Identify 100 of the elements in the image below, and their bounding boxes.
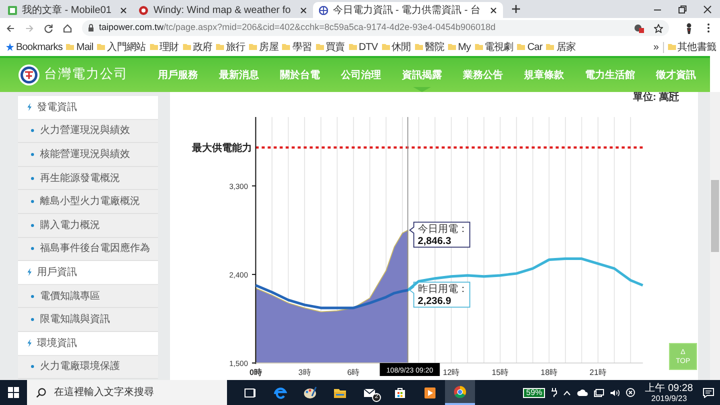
bullet-icon: [31, 152, 34, 156]
task-view-icon[interactable]: [243, 386, 257, 400]
sidebar-item[interactable]: 再生能源發電概況: [18, 166, 158, 190]
value-tooltip: 昨日用電： 2,236.9: [409, 282, 470, 308]
more-bookmarks-button[interactable]: »: [653, 40, 659, 54]
folder-icon: [282, 43, 290, 51]
sidebar-section[interactable]: 環境資訊: [18, 332, 158, 356]
chrome-icon[interactable]: [453, 384, 467, 398]
browser-icon[interactable]: [273, 386, 287, 400]
search-icon: [36, 388, 46, 398]
bullet-icon: [31, 176, 34, 180]
bookmark-folder[interactable]: My: [448, 40, 471, 54]
x-tick-label: 15時: [492, 368, 509, 377]
browser-tab[interactable]: 我的文章 - Mobile01: [2, 2, 134, 18]
x-tick-label: 0時: [249, 368, 262, 377]
profile-icon[interactable]: [685, 22, 693, 34]
bookmark-folder[interactable]: 學習: [282, 40, 312, 54]
media-player-icon[interactable]: [423, 386, 437, 400]
sidebar-item[interactable]: 火力電廠環境保護: [18, 356, 158, 380]
start-icon[interactable]: [8, 387, 19, 398]
sidebar-item[interactable]: 電價知識專區: [18, 284, 158, 308]
address-bar[interactable]: taipower.com.tw/tc/page.aspx?mid=206&cid=402&cchk=8c59a5ca-9174-4d2e-93e4-0454b906018d: [82, 20, 669, 36]
translate-icon[interactable]: [634, 24, 644, 32]
network-icon[interactable]: [594, 388, 604, 396]
bookmark-folder[interactable]: 電視劇: [474, 40, 514, 54]
bookmark-folder[interactable]: 居家: [546, 40, 576, 54]
star-icon: [6, 43, 14, 51]
tab-favicon-icon: [318, 6, 328, 14]
folder-icon: [316, 43, 324, 51]
folder-icon: [182, 43, 191, 51]
sidebar-item[interactable]: 限電知識與資訊: [18, 308, 158, 332]
close-icon[interactable]: [490, 6, 497, 14]
bullet-icon: [31, 365, 34, 368]
bookmark-folder[interactable]: 房屋: [249, 40, 278, 54]
browser-tab[interactable]: Windy: Wind map & weather fo: [133, 2, 313, 18]
folder-icon: [668, 43, 676, 51]
sidebar-item[interactable]: 核能營運現況與績效: [18, 143, 158, 167]
sidebar-item[interactable]: 離島小型火力電廠概況: [18, 190, 158, 214]
bookmark-folder[interactable]: Mail: [66, 40, 94, 54]
bookmarks-link[interactable]: Bookmarks: [6, 40, 62, 54]
menu-icon[interactable]: [707, 23, 710, 33]
folder-icon: [150, 43, 158, 51]
cloud-icon[interactable]: [577, 389, 588, 396]
x-tick-label: 3時: [298, 368, 311, 377]
paint-palette-icon[interactable]: [303, 386, 317, 400]
taskbar-search-field[interactable]: 在這裡輸入文字來搜尋: [27, 380, 227, 405]
bookmark-folder[interactable]: 休閒: [382, 40, 411, 54]
lightning-icon: [27, 339, 32, 348]
folder-icon: [517, 43, 526, 51]
scrollbar-thumb[interactable]: [711, 180, 719, 252]
store-bag-icon[interactable]: [393, 386, 407, 400]
bookmark-folder[interactable]: 理財: [150, 40, 179, 54]
bookmark-folder[interactable]: 入門網站: [97, 40, 146, 54]
lock-icon: [88, 24, 94, 32]
bookmark-folder[interactable]: 其他書籤: [668, 40, 716, 54]
sidebar-section[interactable]: 發電資訊: [18, 96, 158, 120]
x-tick-label: 21時: [590, 368, 606, 377]
bullet-icon: [31, 294, 34, 298]
bookmark-folder[interactable]: 醫院: [414, 40, 444, 54]
close-icon[interactable]: [120, 6, 128, 14]
browser-tab[interactable]: 今日電力資訊 - 電力供需資訊 - 台: [312, 2, 503, 18]
folder-icon: [382, 43, 390, 51]
lightning-icon: [27, 103, 32, 112]
bullet-icon: [31, 224, 34, 227]
sidebar-section[interactable]: 用戶資訊: [18, 261, 158, 285]
date-text: 2019/9/23: [651, 394, 687, 402]
bookmark-folder[interactable]: Car: [517, 40, 542, 54]
scrollbar[interactable]: [710, 92, 720, 380]
restore-icon[interactable]: [678, 5, 687, 14]
sidebar-item[interactable]: 火力營運現況與績效: [18, 120, 158, 144]
bullet-icon: [31, 318, 34, 322]
folder-icon: [348, 43, 357, 51]
tab-favicon-icon: [8, 6, 17, 14]
time-text: 上午 09:28: [645, 382, 693, 394]
back-icon[interactable]: [6, 24, 15, 32]
reload-icon[interactable]: [44, 24, 53, 32]
folder-icon: [546, 43, 554, 51]
speaker-icon[interactable]: [610, 388, 620, 396]
bookmark-folder[interactable]: DTV: [348, 40, 378, 54]
close-icon[interactable]: [300, 6, 307, 14]
folder-icon: [216, 43, 224, 51]
value-tooltip: 今日用電： 2,846.3: [409, 222, 470, 248]
input-method-icon[interactable]: [626, 388, 636, 397]
company-logo-icon: [18, 64, 40, 86]
chevron-up-icon[interactable]: [563, 390, 572, 396]
home-icon[interactable]: [63, 24, 72, 32]
bullet-icon: [31, 200, 34, 204]
folder-icon: [448, 43, 456, 51]
url-text: taipower.com.tw/tc/page.aspx?mid=206&cid=402&cchk=8c59a5ca-9174-4d2e-93e4-0454b906018d: [99, 21, 496, 34]
bookmark-folder[interactable]: 旅行: [216, 40, 246, 54]
clock[interactable]: 上午 09:28 2019/9/23: [645, 382, 693, 402]
notifications-icon[interactable]: [703, 388, 714, 398]
new-tab-icon[interactable]: [510, 4, 521, 14]
star-icon[interactable]: [654, 24, 663, 32]
bookmark-folder[interactable]: 買賣: [316, 40, 345, 54]
bookmark-folder[interactable]: 政府: [182, 40, 212, 54]
sidebar-item[interactable]: 購入電力概況: [18, 214, 158, 238]
lightning-icon: [27, 268, 32, 276]
close-icon[interactable]: [703, 5, 712, 14]
sidebar-item[interactable]: 福島事件後台電因應作為: [18, 238, 158, 262]
